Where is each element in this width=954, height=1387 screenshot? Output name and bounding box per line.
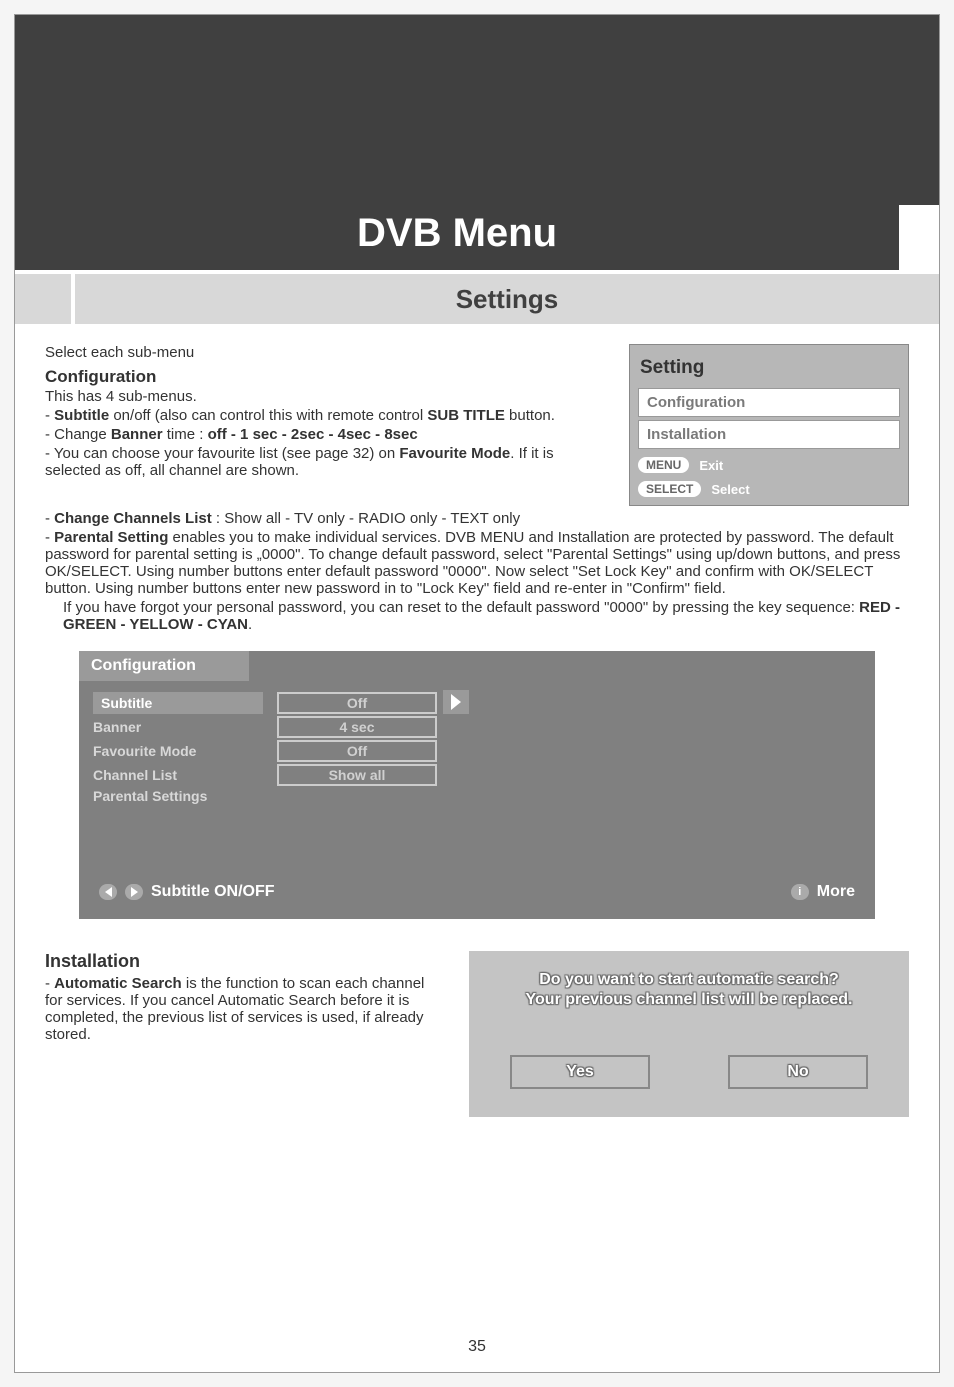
config-row[interactable]: Favourite Mode Off <box>79 739 875 763</box>
panel-row-installation[interactable]: Installation <box>638 420 900 449</box>
config-row-value: Off <box>277 740 437 762</box>
footer-right-label: More <box>817 883 855 901</box>
footer-left-label: Subtitle ON/OFF <box>151 883 275 901</box>
bullet-auto-search: - Automatic Search is the function to sc… <box>45 975 445 1043</box>
menu-pill-label: Exit <box>699 458 723 473</box>
config-row-value: 4 sec <box>277 716 437 738</box>
bullet-banner: - Change Banner time : off - 1 sec - 2se… <box>45 426 611 443</box>
menu-pill[interactable]: MENU <box>638 457 689 473</box>
config-screenshot: Configuration SubtitleOffBanner4 secFavo… <box>79 651 875 919</box>
dialog-line-1: Do you want to start automatic search? <box>491 971 887 989</box>
no-button[interactable]: No <box>728 1055 868 1089</box>
nav-left-icon[interactable] <box>99 884 117 900</box>
chevron-right-icon[interactable] <box>451 694 461 710</box>
config-heading: Configuration <box>45 367 611 387</box>
config-row-label: Favourite Mode <box>93 743 263 759</box>
header-strip-left <box>15 274 71 324</box>
yes-button[interactable]: Yes <box>510 1055 650 1089</box>
bullet-favourite: - You can choose your favourite list (se… <box>45 445 611 479</box>
select-pill[interactable]: SELECT <box>638 481 701 497</box>
config-row[interactable]: Banner 4 sec <box>79 715 875 739</box>
bullet-channel-list: - Change Channels List : Show all - TV o… <box>45 510 909 527</box>
config-row-label: Banner <box>93 719 263 735</box>
page-title: DVB Menu <box>15 205 899 270</box>
installation-heading: Installation <box>45 951 445 972</box>
page-number: 35 <box>15 1338 939 1356</box>
config-row[interactable]: Subtitle Off <box>79 691 875 715</box>
bullet-parental: - Parental Setting enables you to make i… <box>45 529 909 597</box>
config-row[interactable]: Channel List Show all <box>79 763 875 787</box>
select-pill-label: Select <box>711 482 749 497</box>
config-row[interactable]: Parental Settings <box>79 787 875 805</box>
panel-title: Setting <box>638 353 900 385</box>
config-row-label: Subtitle <box>93 692 263 714</box>
reset-note: If you have forgot your personal passwor… <box>45 599 909 633</box>
page-subtitle: Settings <box>75 274 939 324</box>
info-icon[interactable]: i <box>791 884 809 900</box>
search-dialog: Do you want to start automatic search? Y… <box>469 951 909 1117</box>
setting-panel: Setting Configuration Installation MENU … <box>629 344 909 506</box>
config-row-value: Off <box>277 692 437 714</box>
nav-right-icon[interactable] <box>125 884 143 900</box>
bullet-subtitle: - Subtitle on/off (also can control this… <box>45 407 611 424</box>
config-row-label: Parental Settings <box>93 788 263 804</box>
intro-text: Select each sub-menu <box>45 344 611 361</box>
config-screen-title: Configuration <box>79 651 249 681</box>
dialog-line-2: Your previous channel list will be repla… <box>491 991 887 1009</box>
config-row-value: Show all <box>277 764 437 786</box>
panel-row-configuration[interactable]: Configuration <box>638 388 900 417</box>
config-sub: This has 4 sub-menus. <box>45 388 611 405</box>
config-row-label: Channel List <box>93 767 263 783</box>
